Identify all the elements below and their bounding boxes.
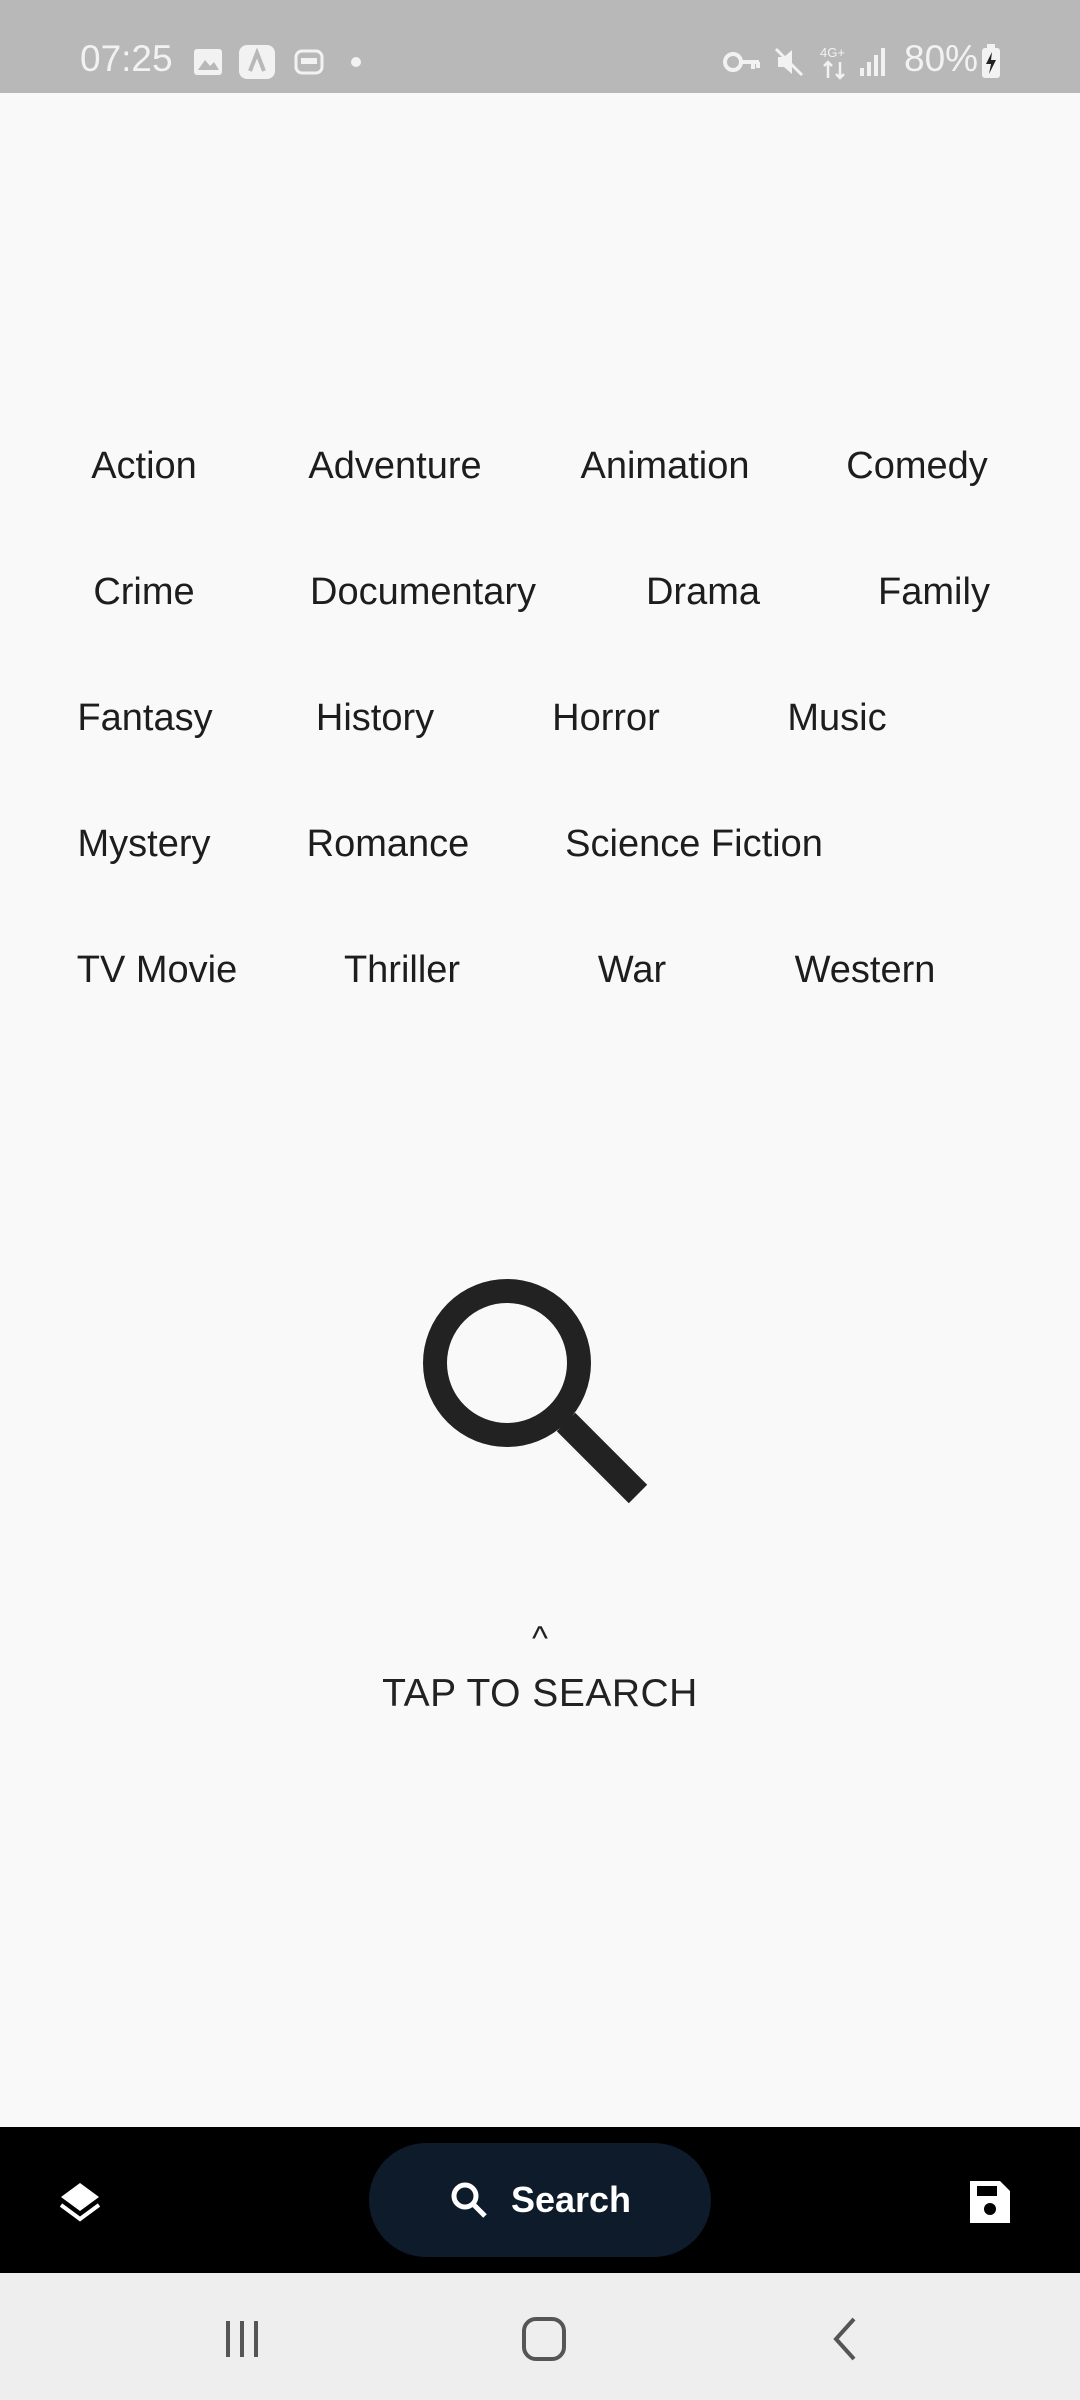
genre-family[interactable]: Family (878, 562, 990, 622)
status-bar: 07:25 4G+ 80% (0, 0, 1080, 93)
search-icon[interactable] (414, 1270, 654, 1510)
back-icon[interactable] (816, 2309, 876, 2369)
robot-icon (292, 44, 326, 80)
recents-icon[interactable] (212, 2309, 272, 2369)
genre-western[interactable]: Western (795, 940, 936, 1000)
search-small-icon (451, 2182, 487, 2218)
vpn-key-icon (722, 44, 762, 80)
genre-comedy[interactable]: Comedy (846, 436, 988, 496)
svg-text:4G+: 4G+ (820, 45, 845, 60)
system-nav-bar (0, 2273, 1080, 2400)
mute-icon (772, 44, 806, 80)
genre-action[interactable]: Action (91, 436, 197, 496)
genre-documentary[interactable]: Documentary (310, 562, 536, 622)
genre-science-fiction[interactable]: Science Fiction (565, 814, 823, 874)
genre-drama[interactable]: Drama (646, 562, 760, 622)
app-icon (238, 44, 276, 80)
status-time: 07:25 (80, 38, 173, 79)
genre-thriller[interactable]: Thriller (344, 940, 460, 1000)
search-button-label: Search (510, 2179, 632, 2220)
bottom-app-bar: Search (0, 2127, 1080, 2273)
battery-charging-icon (980, 44, 1002, 80)
genre-mystery[interactable]: Mystery (78, 814, 211, 874)
genre-fantasy[interactable]: Fantasy (77, 688, 212, 748)
image-icon (192, 44, 224, 80)
genre-animation[interactable]: Animation (581, 436, 750, 496)
genre-romance[interactable]: Romance (307, 814, 470, 874)
search-button[interactable]: Search (369, 2143, 711, 2257)
home-icon[interactable] (514, 2309, 574, 2369)
battery-percent: 80% (904, 38, 979, 79)
signal-icon (858, 44, 888, 80)
genre-crime[interactable]: Crime (93, 562, 194, 622)
genre-war[interactable]: War (598, 940, 666, 1000)
genre-music[interactable]: Music (787, 688, 886, 748)
genre-history[interactable]: History (316, 688, 434, 748)
4g-icon: 4G+ (818, 44, 852, 80)
dot-icon (350, 44, 362, 80)
genre-horror[interactable]: Horror (552, 688, 660, 748)
caret-indicator: ^ (532, 1620, 548, 1658)
tap-to-search-hint[interactable]: TAP TO SEARCH (0, 1672, 1080, 1716)
genre-tv-movie[interactable]: TV Movie (77, 940, 237, 1000)
genre-adventure[interactable]: Adventure (308, 436, 481, 496)
save-icon[interactable] (964, 2177, 1014, 2227)
layers-icon[interactable] (55, 2177, 105, 2227)
